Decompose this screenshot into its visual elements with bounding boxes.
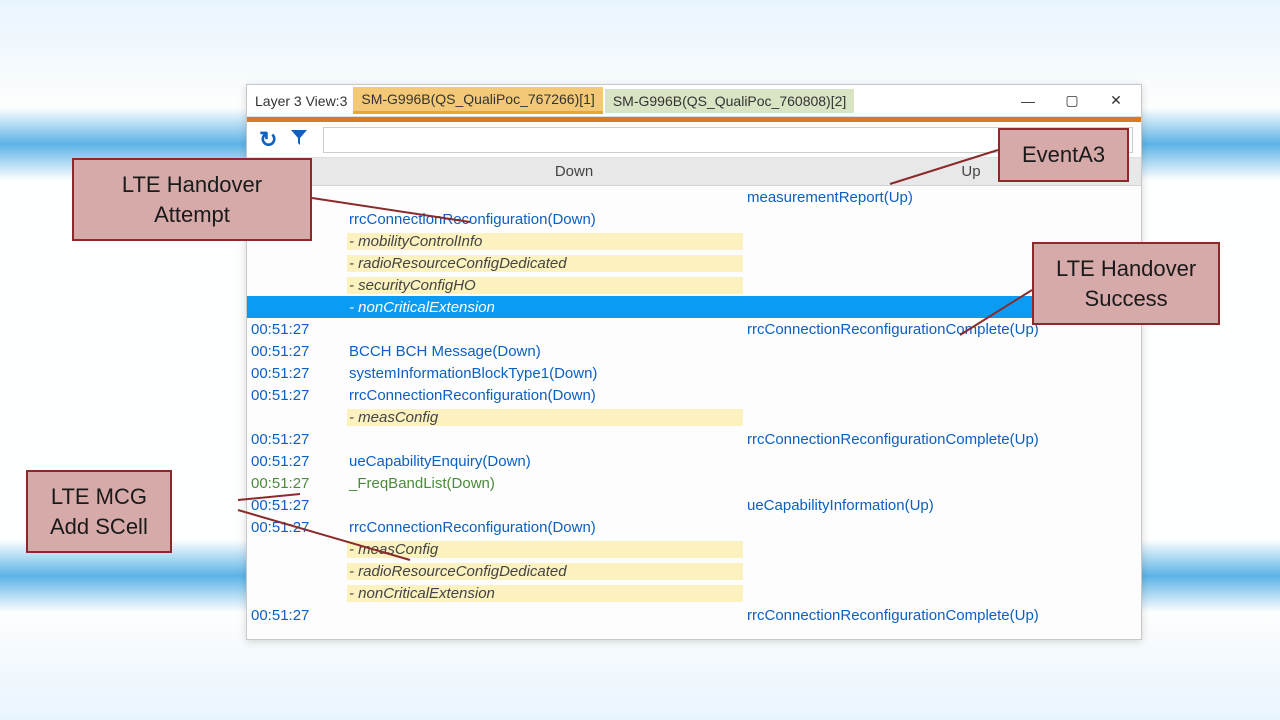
cell-time: 00:51:27 [247,475,347,492]
callout-handover-success: LTE Handover Success [1032,242,1220,325]
cell-time: 00:51:27 [247,453,347,470]
cell-up: rrcConnectionReconfigurationComplete(Up) [743,607,1141,624]
tab-device-2[interactable]: SM-G996B(QS_QualiPoc_760808)[2] [605,89,854,113]
close-button[interactable]: ✕ [1095,87,1137,115]
table-row[interactable]: 00:51:27rrcConnectionReconfigurationComp… [247,318,1141,340]
table-row[interactable]: 00:51:27ueCapabilityEnquiry(Down) [247,450,1141,472]
cell-down: - securityConfigHO [347,277,743,294]
cell-up: measurementReport(Up) [743,189,1141,206]
cell-down: - nonCriticalExtension [347,299,743,316]
callout-text: LTE Handover [122,172,262,197]
table-row[interactable]: 00:51:27_FreqBandList(Down) [247,472,1141,494]
column-header-down[interactable]: Down [347,163,801,180]
cell-time: 00:51:27 [247,343,347,360]
cell-time: 00:51:27 [247,365,347,382]
callout-eventa3: EventA3 [998,128,1129,182]
message-list: measurementReport(Up)rrcConnectionReconf… [247,186,1141,626]
cell-down: rrcConnectionReconfiguration(Down) [347,211,743,228]
table-row[interactable]: 00:51:27BCCH BCH Message(Down) [247,340,1141,362]
refresh-icon[interactable]: ↻ [255,127,281,153]
cell-time: 00:51:27 [247,497,347,514]
cell-down: - nonCriticalExtension [347,585,743,602]
callout-handover-attempt: LTE Handover Attempt [72,158,312,241]
callout-text: Add SCell [50,514,148,539]
cell-down: - mobilityControlInfo [347,233,743,250]
cell-time: 00:51:27 [247,607,347,624]
window-title: Layer 3 View:3 [251,93,351,109]
callout-mcg-scell: LTE MCG Add SCell [26,470,172,553]
table-row[interactable]: - securityConfigHO [247,274,1141,296]
cell-up: rrcConnectionReconfigurationComplete(Up) [743,431,1141,448]
cell-down: - measConfig [347,409,743,426]
cell-down: BCCH BCH Message(Down) [347,343,743,360]
table-row[interactable]: - measConfig [247,406,1141,428]
table-row[interactable]: 00:51:27rrcConnectionReconfiguration(Dow… [247,516,1141,538]
cell-down: rrcConnectionReconfiguration(Down) [347,519,743,536]
cell-time: 00:51:27 [247,519,347,536]
table-row[interactable]: 00:51:27rrcConnectionReconfiguration(Dow… [247,384,1141,406]
callout-text: Attempt [154,202,230,227]
table-row[interactable]: 00:51:27 rrcConnectionReconfigurationComp… [247,428,1141,450]
cell-time: 00:51:27 [247,431,347,448]
table-row[interactable]: - nonCriticalExtension [247,296,1141,318]
callout-text: Success [1085,286,1168,311]
cell-down: - radioResourceConfigDedicated [347,563,743,580]
table-row[interactable]: - nonCriticalExtension [247,582,1141,604]
cell-down: - measConfig [347,541,743,558]
table-row[interactable]: - radioResourceConfigDedicated [247,560,1141,582]
cell-down: _FreqBandList(Down) [347,475,743,492]
cell-down: rrcConnectionReconfiguration(Down) [347,387,743,404]
callout-text: LTE MCG [51,484,147,509]
cell-time: 00:51:27 [247,321,347,338]
table-row[interactable]: - measConfig [247,538,1141,560]
callout-text: LTE Handover [1056,256,1196,281]
table-row[interactable]: - radioResourceConfigDedicated [247,252,1141,274]
cell-down: ueCapabilityEnquiry(Down) [347,453,743,470]
table-row[interactable]: 00:51:27 ueCapabilityInformation(Up) [247,494,1141,516]
table-row[interactable]: - mobilityControlInfo [247,230,1141,252]
cell-down: systemInformationBlockType1(Down) [347,365,743,382]
table-row[interactable]: rrcConnectionReconfiguration(Down) [247,208,1141,230]
filter-icon[interactable] [285,127,313,153]
window-controls: — ▢ ✕ [1007,87,1137,115]
tab-device-1[interactable]: SM-G996B(QS_QualiPoc_767266)[1] [353,87,602,114]
maximize-button[interactable]: ▢ [1051,87,1093,115]
table-row[interactable]: 00:51:27 rrcConnectionReconfigurationComp… [247,604,1141,626]
titlebar: Layer 3 View:3 SM-G996B(QS_QualiPoc_7672… [247,85,1141,117]
table-row[interactable]: measurementReport(Up) [247,186,1141,208]
minimize-button[interactable]: — [1007,87,1049,115]
callout-text: EventA3 [1022,142,1105,167]
cell-down: - radioResourceConfigDedicated [347,255,743,272]
cell-time: 00:51:27 [247,387,347,404]
table-row[interactable]: 00:51:27systemInformationBlockType1(Down… [247,362,1141,384]
cell-up: ueCapabilityInformation(Up) [743,497,1141,514]
